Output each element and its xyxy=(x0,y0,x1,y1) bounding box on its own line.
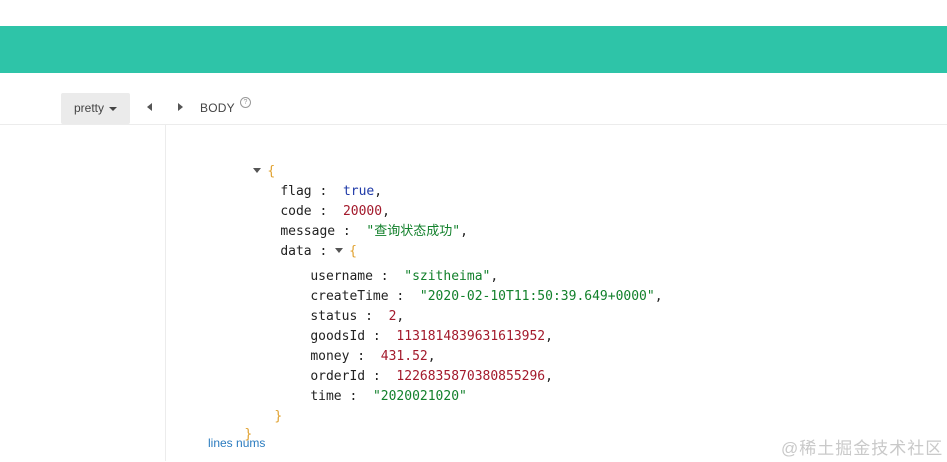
json-data-field-line: time : "2020021020" xyxy=(310,389,467,404)
data-close-line: } xyxy=(243,390,282,424)
json-field-line: flag : true, xyxy=(280,184,383,199)
json-data-field-line: orderId : 1226835870380855296, xyxy=(310,369,553,384)
body-section-label: BODY xyxy=(200,101,235,115)
panel-divider xyxy=(165,125,166,461)
json-field-line: message : "查询状态成功", xyxy=(280,224,468,239)
json-data-field-line: goodsId : 1131814839631613952, xyxy=(310,329,553,344)
question-circle-icon[interactable]: ? xyxy=(240,97,251,108)
response-toolbar: pretty BODY ? xyxy=(0,88,947,125)
json-root-open-line: { xyxy=(222,145,275,179)
watermark: @稀土掘金技术社区 xyxy=(781,439,944,458)
json-data-field-line: username : "szitheima", xyxy=(310,269,499,284)
triangle-right-icon[interactable] xyxy=(178,103,183,111)
caret-down-icon xyxy=(109,107,117,111)
json-value: "查询状态成功" xyxy=(366,224,461,239)
data-close-brace: } xyxy=(274,409,283,424)
json-field-line: code : 20000, xyxy=(280,204,390,219)
lines-nums-toggle[interactable]: lines nums xyxy=(208,436,265,450)
json-data-field-line: money : 431.52, xyxy=(310,349,436,364)
json-field-line: data : { xyxy=(280,244,357,259)
root-close-line: } xyxy=(213,408,252,442)
json-data-field-line: createTime : "2020-02-10T11:50:39.649+00… xyxy=(310,289,663,304)
json-value: "2020021020" xyxy=(372,389,467,404)
json-data-field-line: status : 2, xyxy=(310,309,405,324)
format-dropdown-button[interactable]: pretty xyxy=(61,93,130,124)
json-key: time xyxy=(310,389,342,404)
header-bar xyxy=(0,26,947,73)
json-value: "2020-02-10T11:50:39.649+0000" xyxy=(419,289,655,304)
format-dropdown-label: pretty xyxy=(74,101,105,115)
triangle-left-icon[interactable] xyxy=(147,103,152,111)
